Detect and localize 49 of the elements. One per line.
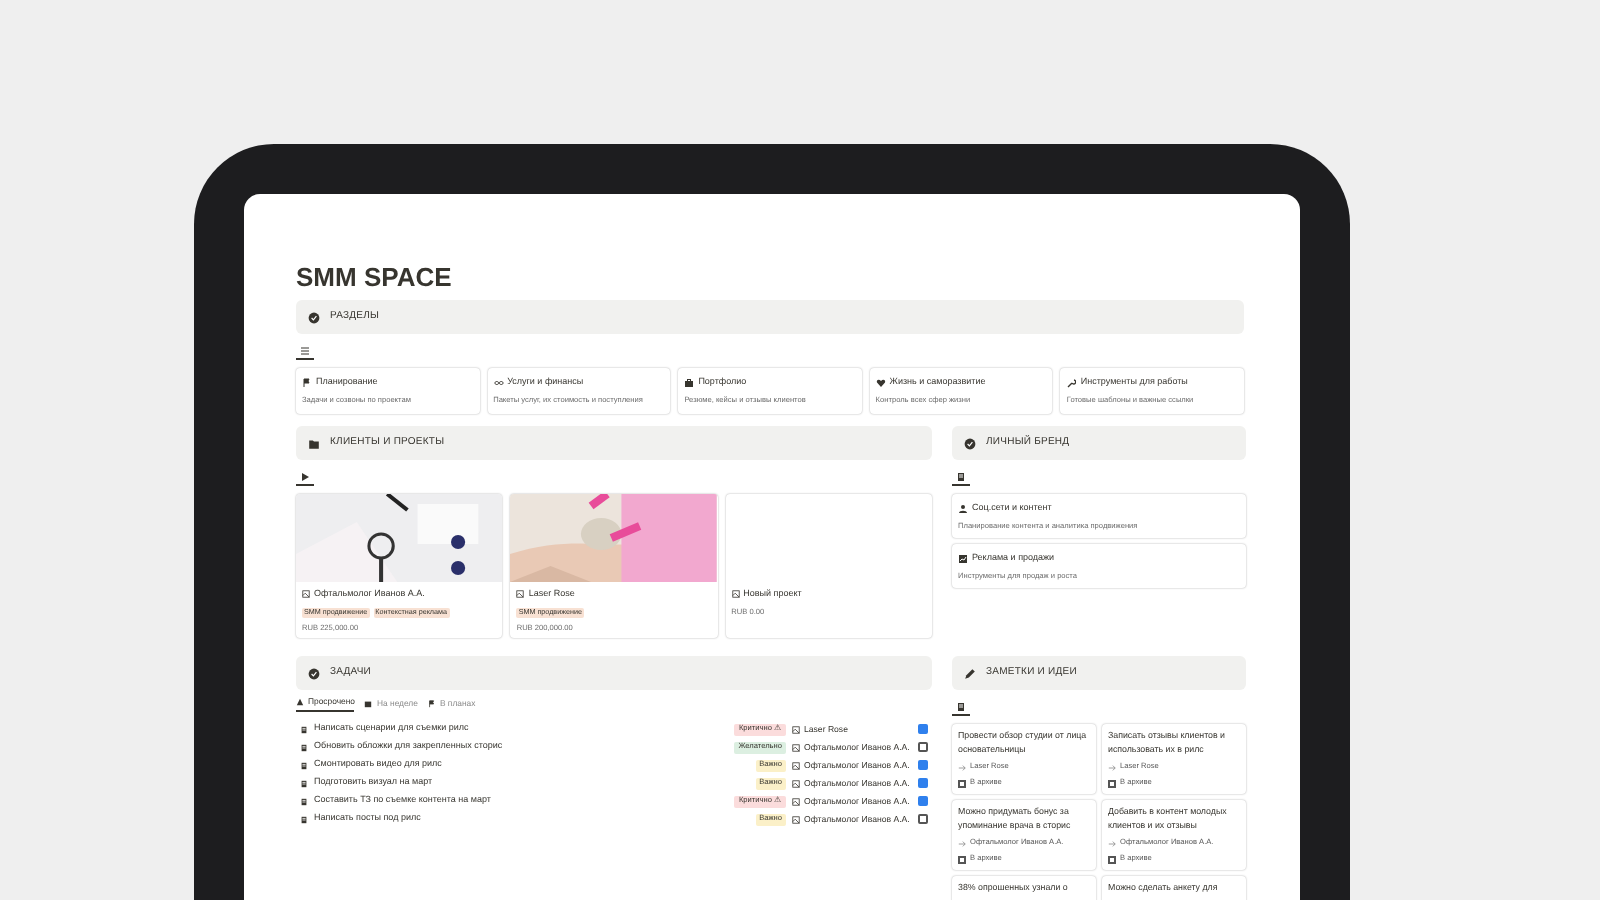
gallery-icon	[731, 590, 740, 599]
briefcase-icon	[684, 377, 695, 388]
check-circle-icon	[308, 311, 320, 323]
view-tab[interactable]	[952, 468, 970, 486]
document-icon	[300, 779, 308, 788]
heart-icon	[875, 377, 886, 388]
calendar-icon	[364, 699, 373, 708]
play-icon	[300, 471, 310, 481]
document-icon	[300, 743, 308, 752]
gallery-icon	[792, 725, 800, 734]
pen-icon	[964, 667, 976, 679]
wrench-icon	[1066, 377, 1077, 388]
infinity-icon	[493, 377, 504, 388]
document-icon	[300, 725, 308, 734]
checkbox[interactable]	[1108, 855, 1116, 864]
checkbox[interactable]	[918, 796, 928, 807]
checkbox[interactable]	[1108, 779, 1116, 788]
view-tab[interactable]	[296, 468, 314, 486]
chart-icon	[958, 553, 968, 564]
grid-icon	[300, 345, 310, 355]
flag-icon	[427, 699, 436, 708]
gallery-icon	[792, 743, 800, 752]
checkbox[interactable]	[918, 742, 928, 753]
document-icon	[300, 797, 308, 806]
checkbox[interactable]	[918, 760, 928, 771]
gallery-icon	[792, 779, 800, 788]
gallery-icon	[516, 590, 525, 599]
check-circle-icon	[964, 437, 976, 449]
checkbox[interactable]	[958, 779, 966, 788]
gallery-icon	[302, 590, 310, 599]
document-icon	[300, 761, 308, 770]
document-icon	[956, 471, 966, 481]
view-tab[interactable]	[296, 342, 314, 360]
warning-icon	[296, 698, 304, 707]
gallery-icon	[792, 815, 800, 824]
document-icon	[300, 815, 308, 824]
checkbox[interactable]	[918, 778, 928, 789]
gallery-icon	[792, 761, 800, 770]
checkbox[interactable]	[958, 855, 966, 864]
person-icon	[958, 503, 968, 514]
document-icon	[956, 701, 966, 711]
page-title: SMM SPACE	[296, 262, 454, 294]
gallery-icon	[792, 797, 800, 806]
folder-icon	[308, 437, 320, 449]
flag-icon	[302, 377, 312, 388]
view-tab[interactable]	[952, 698, 970, 716]
check-circle-icon	[308, 667, 320, 679]
checkbox[interactable]	[918, 724, 928, 735]
checkbox[interactable]	[918, 814, 928, 825]
